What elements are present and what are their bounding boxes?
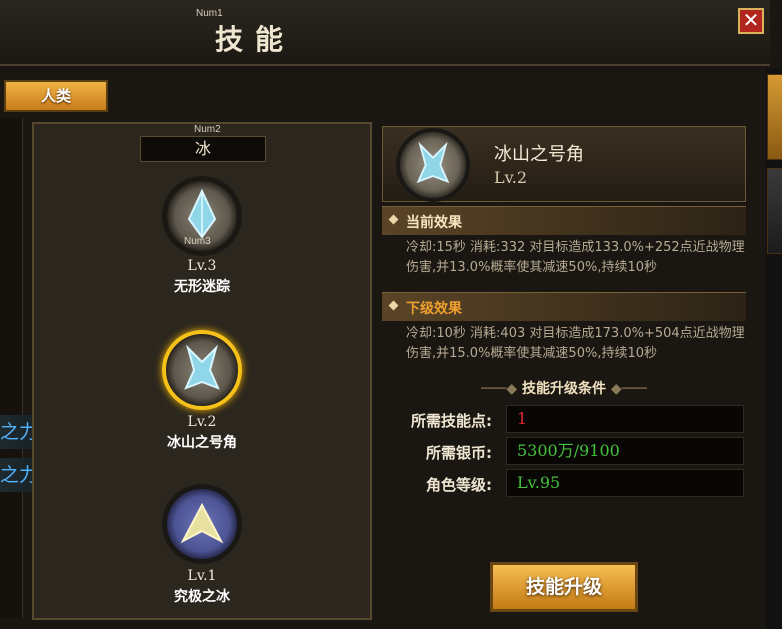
window-title: 技能: [215, 23, 296, 56]
diamond-icon: [388, 214, 399, 225]
req-silver-value: 5300万/9100: [506, 437, 744, 465]
ultimate-ice-icon: [180, 502, 224, 544]
skill-name: 无形迷踪: [174, 279, 230, 295]
selected-skill-level: Lv.2: [494, 168, 528, 187]
skill-name: 冰山之号角: [167, 435, 237, 451]
tab-human[interactable]: 人类: [4, 80, 108, 112]
skill-level: Lv.1: [187, 568, 217, 584]
tree-header: 冰: [140, 136, 266, 162]
req-skillpoint-label: 所需技能点:: [411, 412, 492, 430]
ice-horn-icon: [416, 141, 450, 184]
left-panel-edge: [0, 118, 23, 618]
selected-skill-icon: [396, 128, 470, 202]
close-button[interactable]: ✕: [738, 8, 764, 34]
skill-name: 究极之冰: [174, 589, 230, 605]
ornament-icon: ◆───: [606, 381, 647, 397]
side-tab-1[interactable]: [767, 74, 782, 160]
next-effect-text: 冷却:10秒 消耗:403 对目标造成173.0%+504点近战物理伤害,并15…: [406, 326, 745, 361]
skill-node-bingshanzhihaojiao[interactable]: [162, 330, 242, 410]
title-bar: [0, 0, 770, 66]
ice-horn-icon: [184, 344, 220, 390]
req-level-value: Lv.95: [506, 469, 744, 497]
skill-level: Lv.2: [187, 414, 217, 430]
current-effect-header: 当前效果: [382, 206, 746, 235]
current-effect-title: 当前效果: [406, 215, 462, 231]
skill-level: Lv.3: [187, 258, 217, 274]
next-effect-title: 下级效果: [406, 301, 462, 317]
selected-skill-name: 冰山之号角: [494, 144, 584, 165]
num2-tag: Num2: [194, 124, 221, 135]
side-tab-2[interactable]: [767, 168, 782, 254]
diamond-icon: [388, 300, 399, 311]
req-silver-label: 所需银币:: [426, 444, 492, 462]
upgrade-conditions-title: ───◆ 技能升级条件 ◆───: [382, 378, 746, 408]
upgrade-skill-button[interactable]: 技能升级: [490, 562, 638, 612]
current-effect-text: 冷却:15秒 消耗:332 对目标造成133.0%+252点近战物理伤害,并13…: [406, 240, 745, 275]
next-effect-header: 下级效果: [382, 292, 746, 321]
ornament-icon: ───◆: [481, 381, 522, 397]
req-level-label: 角色等级:: [426, 476, 492, 494]
skill-node-jiujizhibing[interactable]: [162, 484, 242, 564]
upgrade-conditions-label: 技能升级条件: [522, 381, 606, 397]
num3-tag: Num3: [184, 236, 211, 247]
req-skillpoint-value: 1: [506, 405, 744, 433]
